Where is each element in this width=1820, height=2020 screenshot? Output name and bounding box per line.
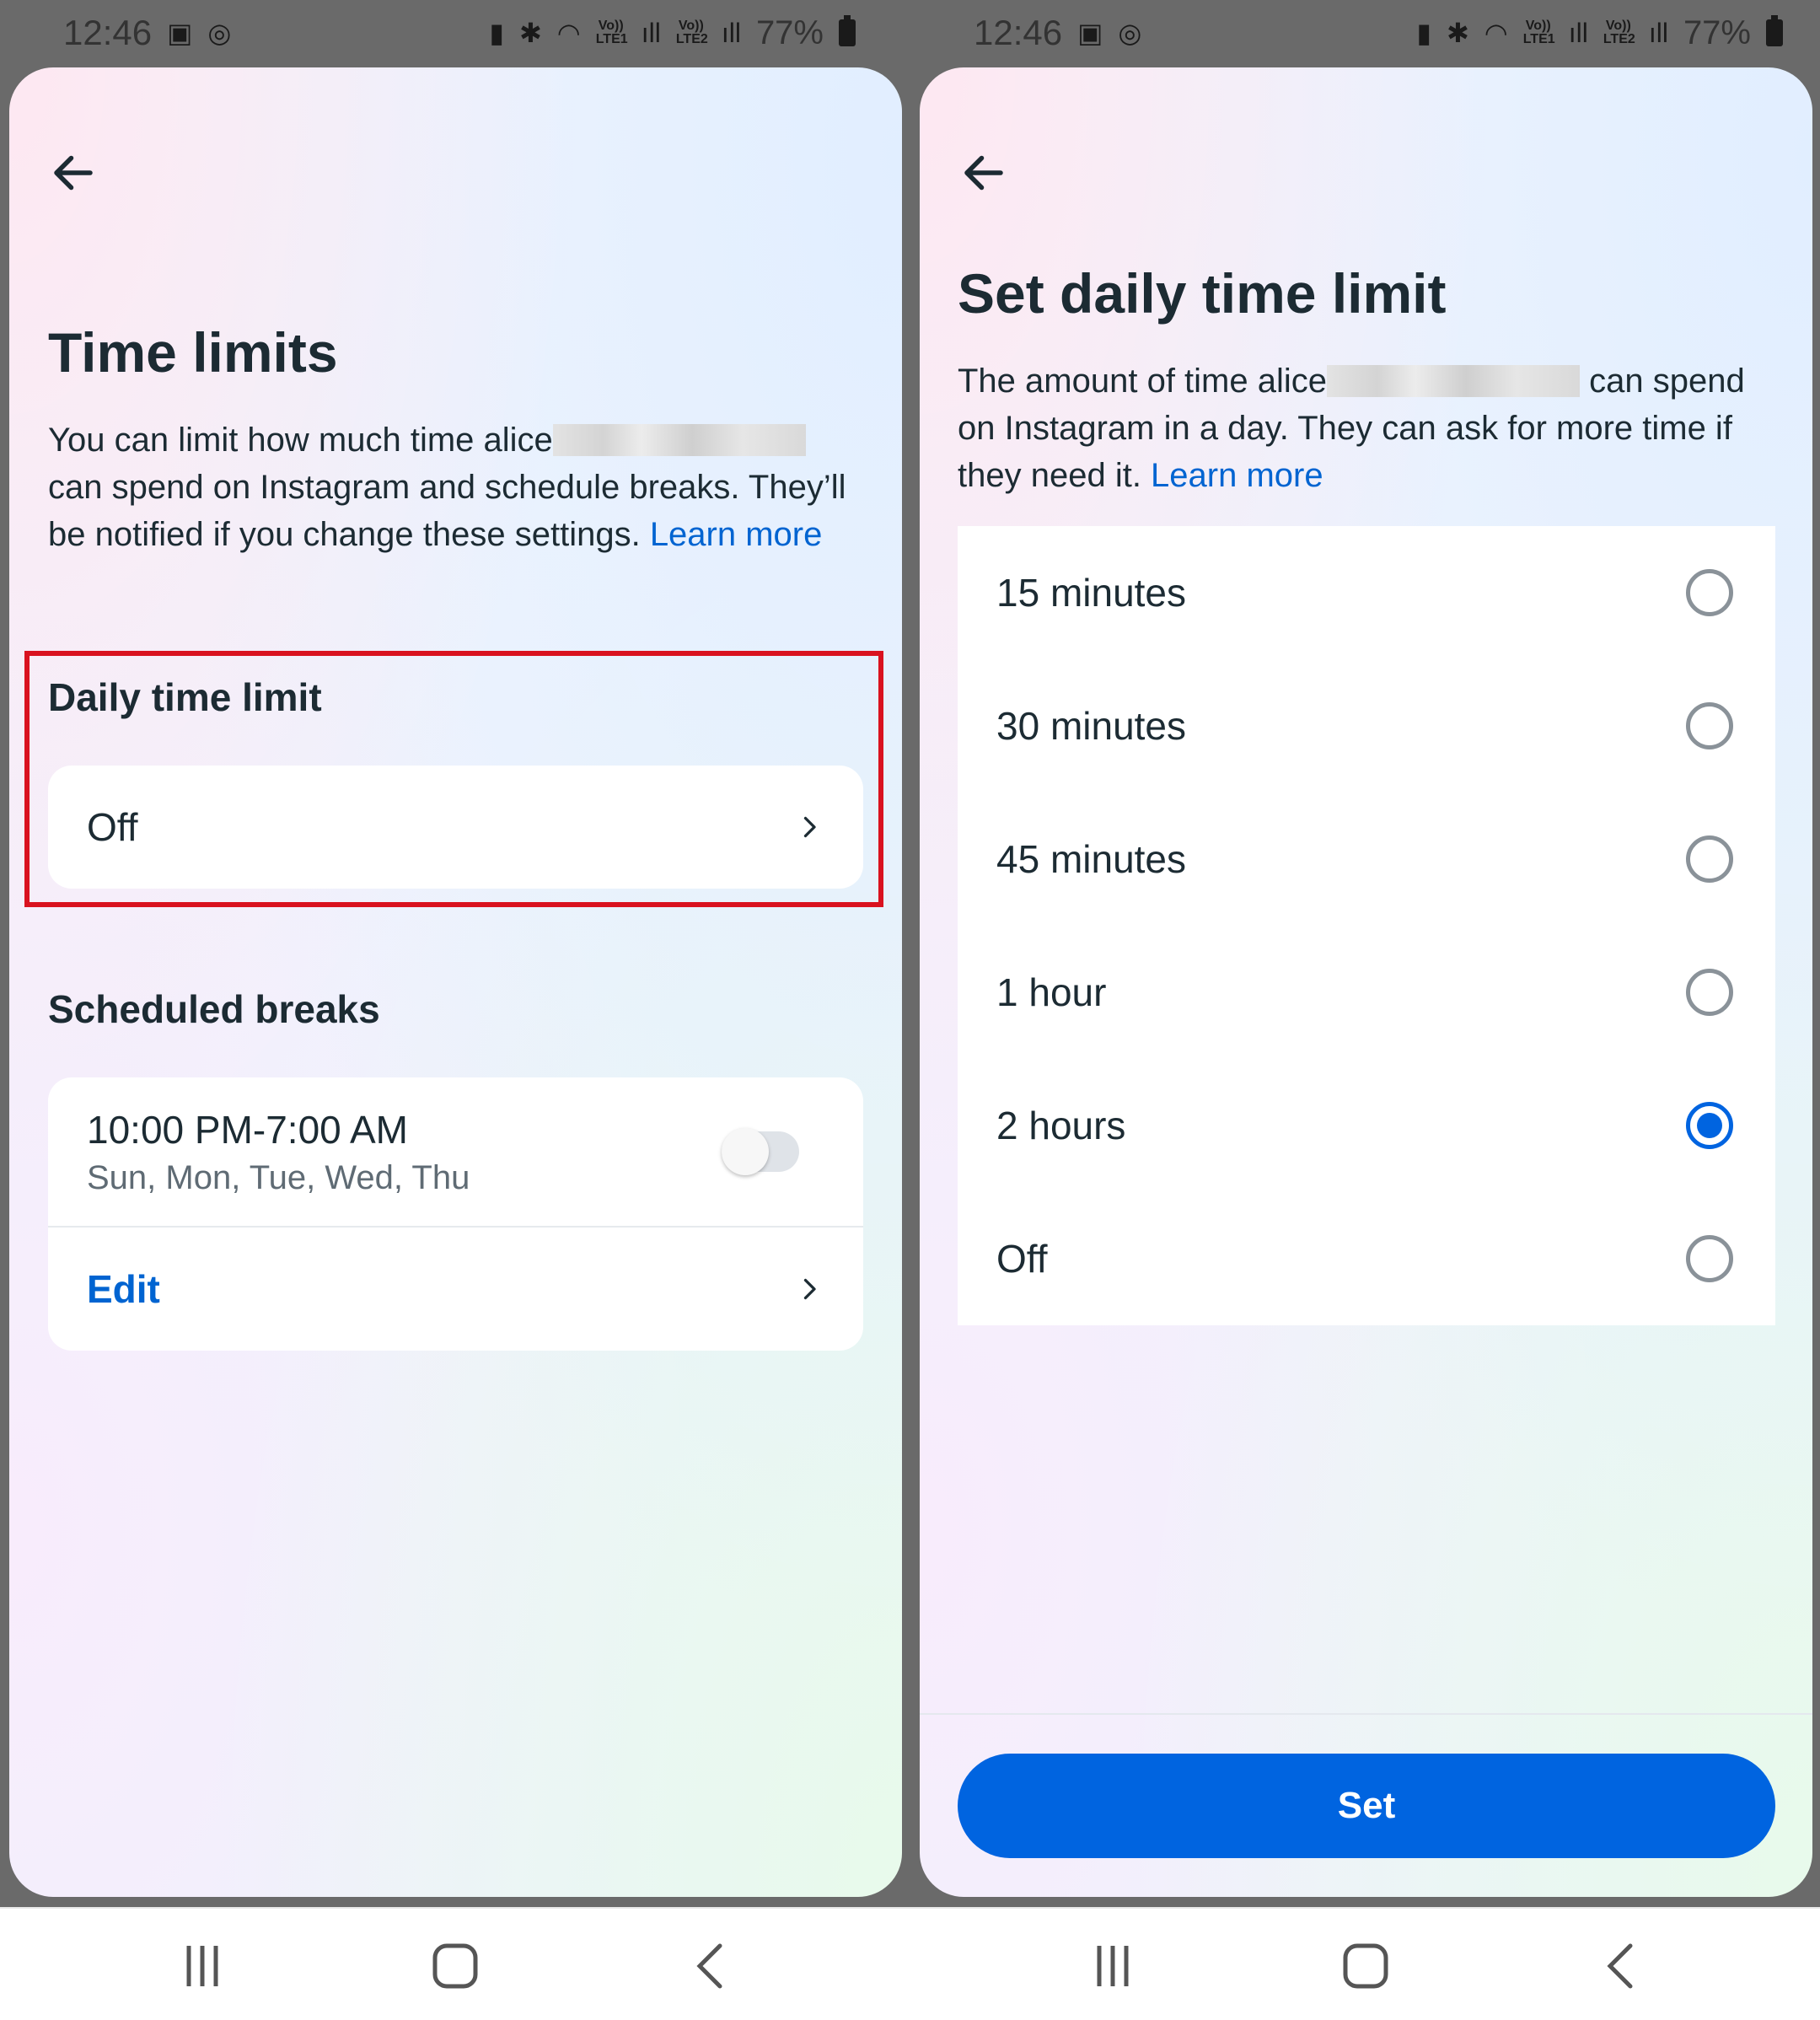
option-15-minutes[interactable]: 15 minutes xyxy=(958,526,1775,659)
sim2-label: Vo)) LTE2 xyxy=(675,19,708,46)
signal-icon: ıll xyxy=(1648,18,1668,48)
battery-icon xyxy=(1766,15,1783,46)
page-description: The amount of time alice can spend on In… xyxy=(958,357,1780,499)
description-text: The amount of time alice xyxy=(958,363,1327,400)
radio-button[interactable] xyxy=(1686,1235,1733,1282)
signal-icon: ıll xyxy=(1568,18,1588,48)
signal-icon: ıll xyxy=(641,18,661,48)
redacted-username xyxy=(552,424,806,456)
recent-apps-icon[interactable] xyxy=(1079,1932,1146,2000)
instagram-icon: ◎ xyxy=(207,18,232,48)
sim1-label: Vo)) LTE1 xyxy=(595,19,628,46)
option-label: 2 hours xyxy=(996,1104,1126,1147)
break-time: 10:00 PM-7:00 AM xyxy=(87,1107,408,1152)
option-off[interactable]: Off xyxy=(958,1192,1775,1325)
wifi-icon: ◠ xyxy=(1484,18,1508,48)
battery-percent: 77% xyxy=(755,13,824,51)
status-time: 12:46 xyxy=(63,13,153,52)
learn-more-link[interactable]: Learn more xyxy=(650,516,823,553)
back-icon[interactable] xyxy=(1588,1932,1656,2000)
option-label: 30 minutes xyxy=(996,704,1187,748)
option-label: Off xyxy=(996,1237,1048,1281)
page-description: You can limit how much time alice can sp… xyxy=(48,416,857,558)
status-bar-right: 12:46 ▣ ◎ ▮ ✱ ◠ Vo)) LTE1 ıll Vo)) LTE2 … xyxy=(957,0,1800,66)
set-button[interactable]: Set xyxy=(958,1754,1775,1858)
gallery-icon: ▣ xyxy=(167,18,193,48)
option-label: 15 minutes xyxy=(996,571,1187,615)
bluetooth-icon: ✱ xyxy=(1446,18,1469,48)
description-text: You can limit how much time alice xyxy=(48,422,553,459)
radio-button[interactable] xyxy=(1686,569,1733,616)
divider xyxy=(920,1713,1812,1715)
page-title: Set daily time limit xyxy=(958,262,1447,325)
gallery-icon: ▣ xyxy=(1077,18,1103,48)
time-limit-options: 15 minutes 30 minutes 45 minutes 1 hour … xyxy=(958,526,1775,1325)
system-nav-bar xyxy=(0,1907,1820,2020)
set-daily-limit-screen: Set daily time limit The amount of time … xyxy=(920,67,1812,1897)
sim1-label: Vo)) LTE1 xyxy=(1522,19,1555,46)
break-days: Sun, Mon, Tue, Wed, Thu xyxy=(87,1158,470,1196)
signal-icon: ıll xyxy=(721,18,741,48)
edit-break-row[interactable]: Edit xyxy=(48,1228,863,1351)
radio-button[interactable] xyxy=(1686,969,1733,1016)
bluetooth-icon: ✱ xyxy=(518,18,542,48)
page-title: Time limits xyxy=(48,321,338,384)
scheduled-breaks-label: Scheduled breaks xyxy=(48,987,380,1031)
break-toggle[interactable] xyxy=(722,1128,799,1175)
break-info: 10:00 PM-7:00 AM Sun, Mon, Tue, Wed, Thu xyxy=(87,1107,470,1197)
radio-button-selected[interactable] xyxy=(1686,1102,1733,1149)
back-arrow-icon[interactable] xyxy=(958,148,1009,198)
lock-icon: ▮ xyxy=(1416,18,1431,48)
option-label: 45 minutes xyxy=(996,837,1187,881)
home-icon[interactable] xyxy=(421,1932,489,2000)
scheduled-break-card: 10:00 PM-7:00 AM Sun, Mon, Tue, Wed, Thu… xyxy=(48,1077,863,1351)
back-icon[interactable] xyxy=(678,1932,745,2000)
instagram-icon: ◎ xyxy=(1118,18,1142,48)
wifi-icon: ◠ xyxy=(556,18,581,48)
redacted-username xyxy=(1327,365,1580,397)
option-2-hours[interactable]: 2 hours xyxy=(958,1059,1775,1192)
battery-percent: 77% xyxy=(1683,13,1751,51)
option-1-hour[interactable]: 1 hour xyxy=(958,926,1775,1059)
status-bar-left: 12:46 ▣ ◎ ▮ ✱ ◠ Vo)) LTE1 ıll Vo)) LTE2 … xyxy=(46,0,872,66)
break-item: 10:00 PM-7:00 AM Sun, Mon, Tue, Wed, Thu xyxy=(48,1077,863,1228)
time-limits-screen: Time limits You can limit how much time … xyxy=(9,67,902,1897)
home-icon[interactable] xyxy=(1332,1932,1399,2000)
option-label: 1 hour xyxy=(996,970,1107,1014)
learn-more-link[interactable]: Learn more xyxy=(1151,457,1323,494)
edit-link[interactable]: Edit xyxy=(87,1266,160,1312)
chevron-right-icon xyxy=(803,1278,816,1300)
option-45-minutes[interactable]: 45 minutes xyxy=(958,792,1775,926)
highlight-box xyxy=(24,651,883,907)
option-30-minutes[interactable]: 30 minutes xyxy=(958,659,1775,792)
status-time: 12:46 xyxy=(974,13,1063,52)
lock-icon: ▮ xyxy=(489,18,504,48)
back-arrow-icon[interactable] xyxy=(48,148,99,198)
sim2-label: Vo)) LTE2 xyxy=(1603,19,1635,46)
battery-icon xyxy=(839,15,856,46)
toggle-knob xyxy=(722,1128,769,1175)
recent-apps-icon[interactable] xyxy=(169,1932,236,2000)
radio-button[interactable] xyxy=(1686,702,1733,749)
radio-button[interactable] xyxy=(1686,835,1733,883)
